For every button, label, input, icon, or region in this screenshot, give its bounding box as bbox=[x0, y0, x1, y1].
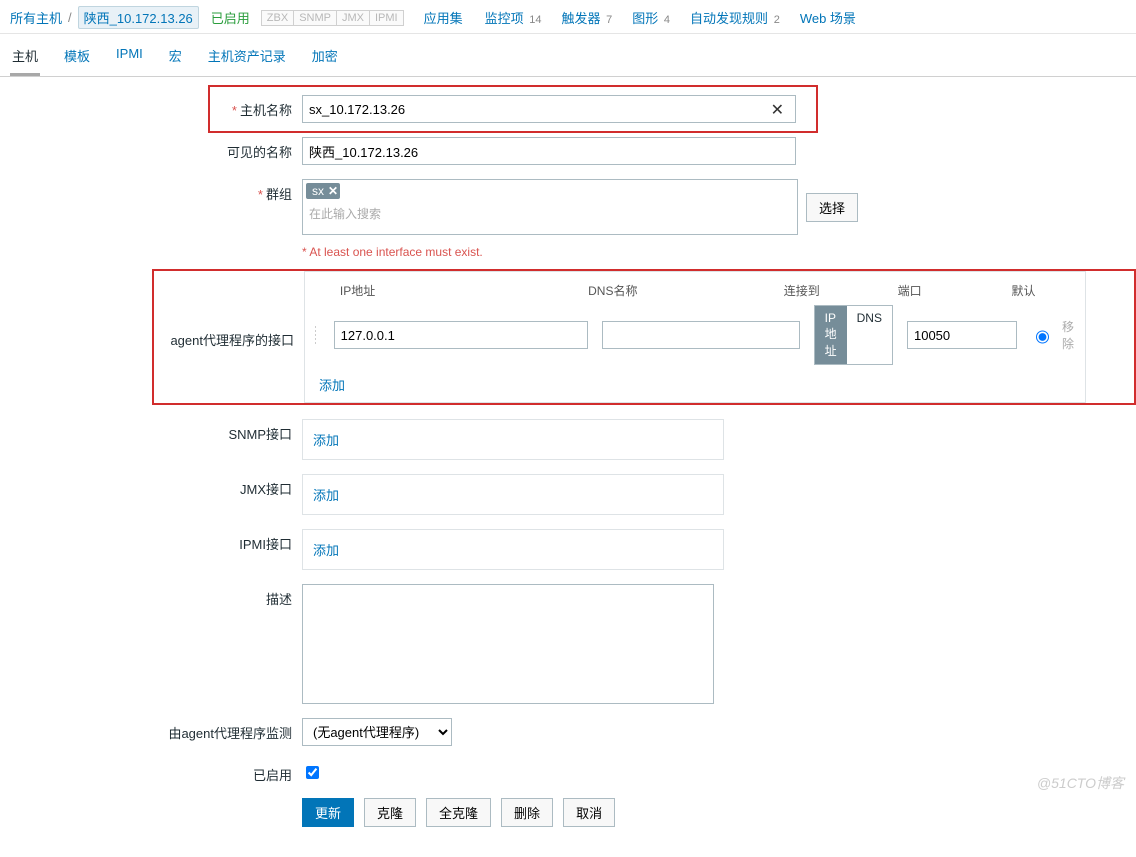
proto-zbx: ZBX bbox=[261, 10, 294, 26]
tab-encryption[interactable]: 加密 bbox=[310, 36, 340, 76]
host-name-label: *主机名称 bbox=[0, 95, 302, 123]
if-header-default: 默认 bbox=[1011, 282, 1075, 299]
add-agent-interface-link[interactable]: 添加 bbox=[305, 365, 345, 394]
default-interface-radio[interactable] bbox=[1036, 330, 1049, 344]
breadcrumb-bar: 所有主机 / 陕西_10.172.13.26 已启用 ZBX SNMP JMX … bbox=[0, 0, 1136, 33]
agent-interface-row: IP地址 DNS 移除 bbox=[305, 305, 1085, 365]
groups-multiselect[interactable]: sx✕ 在此输入搜索 bbox=[302, 179, 798, 235]
host-form: *主机名称 ✕ 可见的名称 *群组 sx✕ 在此输入搜索 选择 * At lea… bbox=[0, 77, 1136, 857]
add-ipmi-interface-link[interactable]: 添加 bbox=[313, 540, 339, 559]
watermark: @51CTO博客 bbox=[1037, 773, 1124, 793]
connect-toggle[interactable]: IP地址 DNS bbox=[814, 305, 893, 365]
protocol-badges: ZBX SNMP JMX IPMI bbox=[262, 10, 404, 26]
if-header-connect: 连接到 bbox=[784, 282, 884, 299]
enabled-checkbox[interactable] bbox=[306, 766, 319, 779]
visible-name-input[interactable] bbox=[302, 137, 796, 165]
agent-dns-input[interactable] bbox=[602, 321, 800, 349]
monitored-by-label: 由agent代理程序监测 bbox=[0, 718, 302, 746]
clear-icon[interactable]: ✕ bbox=[771, 100, 784, 120]
highlight-agent-interface: agent代理程序的接口 IP地址 DNS名称 连接到 端口 默认 bbox=[152, 269, 1136, 405]
config-tabs: 主机 模板 IPMI 宏 主机资产记录 加密 bbox=[0, 36, 1136, 77]
form-buttons: 更新 克隆 全克隆 删除 取消 bbox=[0, 798, 1136, 827]
host-name-input[interactable] bbox=[302, 95, 796, 123]
tab-macros[interactable]: 宏 bbox=[167, 36, 184, 76]
delete-button[interactable]: 删除 bbox=[501, 798, 553, 827]
discovery-link[interactable]: 自动发现规则 2 bbox=[690, 8, 780, 27]
jmx-interface-panel: 添加 bbox=[302, 474, 724, 515]
clone-button[interactable]: 克隆 bbox=[364, 798, 416, 827]
proto-snmp: SNMP bbox=[293, 10, 337, 26]
cancel-button[interactable]: 取消 bbox=[563, 798, 615, 827]
current-host-link[interactable]: 陕西_10.172.13.26 bbox=[78, 6, 199, 29]
enabled-label: 已启用 bbox=[0, 760, 302, 784]
applications-link[interactable]: 应用集 bbox=[424, 8, 465, 27]
monitored-by-select[interactable]: (无agent代理程序) bbox=[302, 718, 452, 746]
status-badge: 已启用 bbox=[211, 8, 250, 27]
full-clone-button[interactable]: 全克隆 bbox=[426, 798, 491, 827]
tab-templates[interactable]: 模板 bbox=[62, 36, 92, 76]
select-groups-button[interactable]: 选择 bbox=[806, 193, 858, 222]
breadcrumb-sep: / bbox=[68, 10, 72, 25]
proto-ipmi: IPMI bbox=[369, 10, 404, 26]
graphs-link[interactable]: 图形 4 bbox=[632, 8, 670, 27]
if-header-dns: DNS名称 bbox=[588, 282, 770, 299]
groups-label: *群组 bbox=[0, 179, 302, 235]
groups-placeholder: 在此输入搜索 bbox=[306, 199, 794, 224]
visible-name-label: 可见的名称 bbox=[0, 137, 302, 165]
ipmi-if-label: IPMI接口 bbox=[0, 529, 302, 570]
agent-if-label: agent代理程序的接口 bbox=[154, 325, 304, 349]
interface-warning: * At least one interface must exist. bbox=[0, 245, 1136, 259]
ipmi-interface-panel: 添加 bbox=[302, 529, 724, 570]
description-textarea[interactable] bbox=[302, 584, 714, 704]
update-button[interactable]: 更新 bbox=[302, 798, 354, 827]
add-snmp-interface-link[interactable]: 添加 bbox=[313, 430, 339, 449]
description-label: 描述 bbox=[0, 584, 302, 704]
snmp-if-label: SNMP接口 bbox=[0, 419, 302, 460]
if-header-ip: IP地址 bbox=[340, 282, 574, 299]
snmp-interface-panel: 添加 bbox=[302, 419, 724, 460]
close-icon[interactable]: ✕ bbox=[328, 184, 338, 198]
all-hosts-link[interactable]: 所有主机 bbox=[10, 8, 62, 27]
connect-ip-option[interactable]: IP地址 bbox=[815, 306, 847, 364]
connect-dns-option[interactable]: DNS bbox=[847, 306, 892, 364]
agent-port-input[interactable] bbox=[907, 321, 1017, 349]
group-tag[interactable]: sx✕ bbox=[306, 183, 340, 199]
add-jmx-interface-link[interactable]: 添加 bbox=[313, 485, 339, 504]
drag-handle-icon[interactable] bbox=[315, 326, 316, 344]
if-header-port: 端口 bbox=[898, 282, 998, 299]
remove-interface-link[interactable]: 移除 bbox=[1062, 318, 1075, 352]
proto-jmx: JMX bbox=[336, 10, 370, 26]
items-link[interactable]: 监控项 14 bbox=[485, 8, 542, 27]
tab-ipmi[interactable]: IPMI bbox=[114, 36, 145, 76]
jmx-if-label: JMX接口 bbox=[0, 474, 302, 515]
triggers-link[interactable]: 触发器 7 bbox=[562, 8, 613, 27]
tab-inventory[interactable]: 主机资产记录 bbox=[206, 36, 288, 76]
tab-host[interactable]: 主机 bbox=[10, 36, 40, 76]
web-link[interactable]: Web 场景 bbox=[800, 8, 856, 27]
agent-interface-panel: IP地址 DNS名称 连接到 端口 默认 IP地址 DNS bbox=[304, 271, 1086, 403]
agent-ip-input[interactable] bbox=[334, 321, 588, 349]
